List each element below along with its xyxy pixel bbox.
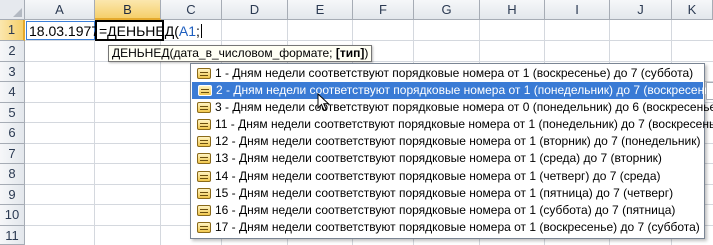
column-header-f[interactable]: F: [353, 0, 414, 20]
row-header-11[interactable]: 11: [0, 226, 25, 245]
row-header-6[interactable]: 6: [0, 123, 25, 144]
column-header-b[interactable]: B: [95, 0, 161, 20]
formula-function: =ДЕНЬНЕД(: [99, 23, 179, 39]
row-header-3[interactable]: 3: [0, 62, 25, 82]
value-list-icon: [197, 119, 211, 131]
text-caret: [200, 24, 202, 38]
dropdown-option[interactable]: 13 - Дням недели соответствуют порядковы…: [191, 150, 704, 167]
dropdown-option-label: 16 - Дням недели соответствуют порядковы…: [215, 202, 676, 217]
column-header-h[interactable]: H: [480, 0, 545, 20]
dropdown-option[interactable]: 14 - Дням недели соответствуют порядковы…: [191, 168, 704, 185]
dropdown-option[interactable]: 12 - Дням недели соответствуют порядковы…: [191, 133, 704, 150]
column-header-i[interactable]: I: [545, 0, 610, 20]
column-header-c[interactable]: C: [161, 0, 222, 20]
column-header-e[interactable]: E: [288, 0, 353, 20]
column-header-g[interactable]: G: [414, 0, 480, 20]
dropdown-option-label: 14 - Дням недели соответствуют порядковы…: [215, 168, 661, 183]
row-header-7[interactable]: 7: [0, 144, 25, 164]
value-list-icon: [197, 187, 211, 199]
row-header-2[interactable]: 2: [0, 41, 25, 62]
value-list-icon: [197, 102, 211, 114]
dropdown-option[interactable]: 11 - Дням недели соответствуют порядковы…: [191, 116, 713, 133]
dropdown-option[interactable]: 17 - Дням недели соответствуют порядковы…: [191, 219, 704, 236]
cell-b1-editing[interactable]: =ДЕНЬНЕД(A1;: [95, 20, 202, 41]
row-header-9[interactable]: 9: [0, 185, 25, 205]
row-header-8[interactable]: 8: [0, 164, 25, 185]
value-list-icon: [197, 68, 211, 79]
select-all-corner[interactable]: [0, 0, 25, 20]
column-header-a[interactable]: A: [25, 0, 95, 20]
grid-line: [94, 20, 95, 245]
row-header-4[interactable]: 4: [0, 82, 25, 103]
dropdown-option-label: 13 - Дням недели соответствуют порядковы…: [215, 151, 662, 166]
formula-separator: ;: [196, 23, 200, 39]
dropdown-option-label: 1 - Дням недели соответствуют порядковые…: [215, 66, 694, 80]
value-list-icon: [197, 221, 211, 233]
tooltip-argument-type[interactable]: [тип]: [336, 46, 365, 60]
dropdown-option-label: 17 - Дням недели соответствуют порядковы…: [215, 219, 700, 234]
column-header-d[interactable]: D: [222, 0, 288, 20]
tooltip-argument-date[interactable]: дата_в_числовом_формате;: [173, 46, 332, 60]
cell-a1[interactable]: 18.03.1977: [26, 21, 99, 40]
value-list-icon: [197, 153, 211, 165]
spreadsheet: ABCDEFGHIJK 1 2 3 4 5 6 7 8 9 10 11 18.03.1977 =ДЕ…: [0, 0, 713, 245]
formula-text: =ДЕНЬНЕД(A1;: [99, 22, 202, 40]
formula-cell-reference: A1: [178, 23, 197, 39]
value-list-icon: [197, 170, 211, 182]
dropdown-option[interactable]: 15 - Дням недели соответствуют порядковы…: [191, 185, 704, 202]
dropdown-option-label: 11 - Дням недели соответствуют порядковы…: [215, 117, 713, 132]
autocomplete-dropdown: 1 - Дням недели соответствуют порядковые…: [190, 63, 713, 239]
dropdown-option-label: 15 - Дням недели соответствуют порядковы…: [215, 185, 674, 200]
column-header-j[interactable]: J: [610, 0, 672, 20]
column-header-k[interactable]: K: [672, 0, 713, 20]
value-list-icon: [198, 85, 212, 97]
dropdown-option[interactable]: 2 - Дням недели соответствуют порядковые…: [192, 82, 713, 100]
mouse-pointer-icon: [317, 93, 330, 112]
value-list-icon: [197, 204, 211, 216]
dropdown-option-label: 12 - Дням недели соответствуют порядковы…: [215, 134, 701, 149]
dropdown-side-frame: [706, 82, 713, 100]
dropdown-option[interactable]: 16 - Дням недели соответствуют порядковы…: [191, 202, 704, 219]
row-header-5[interactable]: 5: [0, 103, 25, 123]
tooltip-function-name[interactable]: ДЕНЬНЕД(: [112, 46, 173, 60]
row-header-10[interactable]: 10: [0, 205, 25, 226]
value-list-icon: [197, 136, 211, 148]
dropdown-option[interactable]: 1 - Дням недели соответствуют порядковые…: [191, 65, 704, 82]
row-header-1[interactable]: 1: [0, 20, 25, 41]
dropdown-option[interactable]: 3 - Дням недели соответствуют порядковые…: [191, 99, 713, 116]
dropdown-option-label: 2 - Дням недели соответствуют порядковые…: [216, 83, 713, 98]
dropdown-option-label: 3 - Дням недели соответствуют порядковые…: [215, 100, 713, 115]
function-argument-tooltip: ДЕНЬНЕД(дата_в_числовом_формате; [тип]): [108, 45, 373, 62]
tooltip-close-paren: ): [364, 46, 369, 60]
